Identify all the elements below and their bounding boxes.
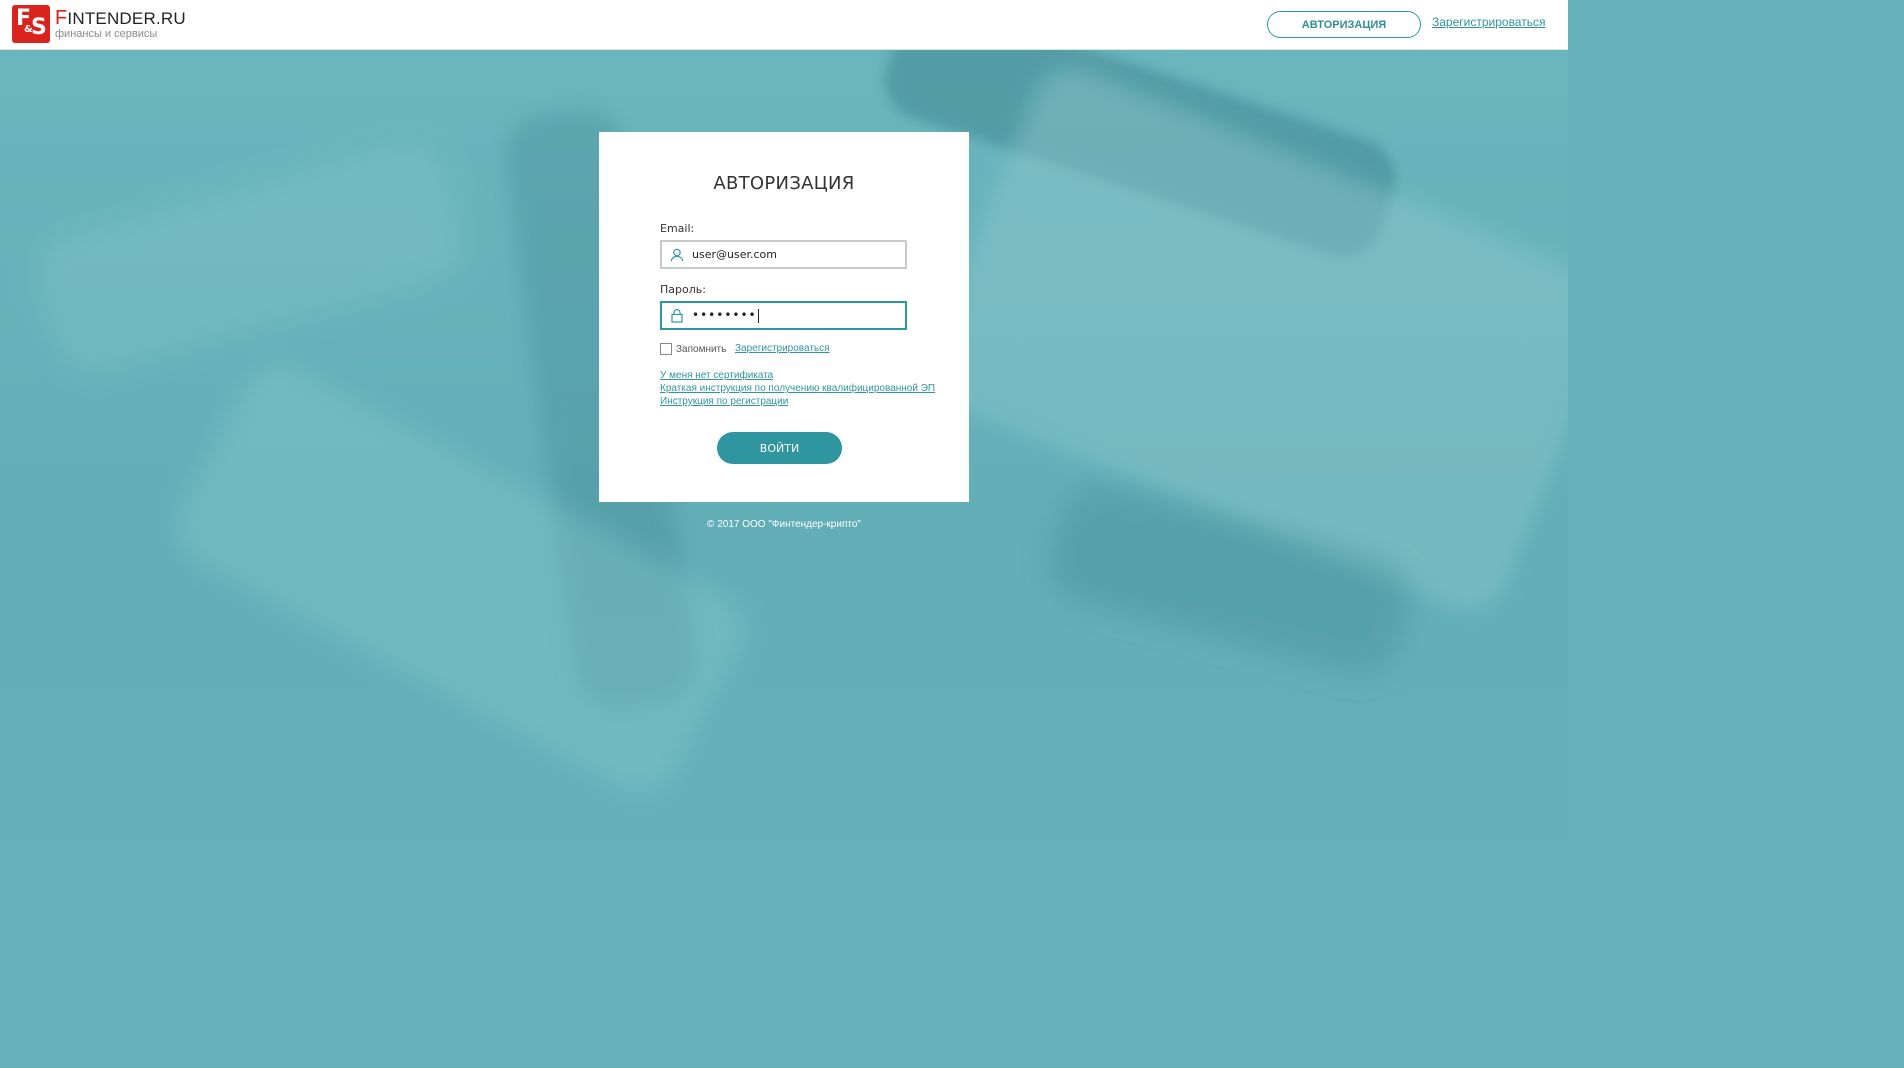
no-certificate-link[interactable]: У меня нет сертификата (660, 369, 935, 382)
logo-title-first: F (55, 7, 68, 29)
email-value: user@user.com (692, 248, 777, 261)
registration-instruction-link[interactable]: Инструкция по регистрации (660, 395, 935, 408)
lock-icon (666, 303, 688, 328)
email-field[interactable]: user@user.com (660, 240, 907, 269)
logo-mark-s: S (31, 15, 47, 40)
site-logo[interactable]: F & S FINTENDER.RU финансы и сервисы (12, 5, 186, 43)
logo-title: FINTENDER.RU (55, 8, 186, 29)
background-shape (29, 137, 471, 381)
user-icon (666, 242, 688, 267)
header-register-link[interactable]: Зарегистрироваться (1432, 15, 1545, 29)
logo-text: FINTENDER.RU финансы и сервисы (55, 8, 186, 40)
password-label: Пароль: (660, 283, 706, 296)
ep-instruction-link[interactable]: Краткая инструкция по получению квалифиц… (660, 382, 935, 395)
footer-copyright: © 2017 ООО "Финтендер-крипто" (707, 519, 861, 530)
remember-label: Запомнить (676, 343, 727, 355)
email-label: Email: (660, 222, 695, 235)
remember-me[interactable]: Запомнить (660, 343, 726, 355)
text-caret (757, 308, 759, 323)
password-field[interactable]: •••••••• (660, 301, 907, 330)
remember-checkbox[interactable] (660, 343, 672, 355)
login-button[interactable]: ВОЙТИ (717, 432, 842, 464)
help-links: У меня нет сертификата Краткая инструкци… (660, 369, 935, 408)
password-value: •••••••• (692, 308, 759, 323)
login-title: АВТОРИЗАЦИЯ (713, 173, 855, 194)
form-register-link[interactable]: Зарегистрироваться (735, 343, 830, 354)
password-dots: •••••••• (692, 308, 757, 323)
header-auth-button[interactable]: АВТОРИЗАЦИЯ (1267, 11, 1421, 38)
logo-subtitle: финансы и сервисы (55, 28, 158, 40)
top-header: F & S FINTENDER.RU финансы и сервисы АВТ… (0, 0, 1568, 50)
logo-title-rest: INTENDER.RU (67, 9, 186, 28)
login-card: АВТОРИЗАЦИЯ Email: user@user.com Пароль:… (599, 132, 969, 502)
logo-mark-icon: F & S (12, 5, 50, 43)
